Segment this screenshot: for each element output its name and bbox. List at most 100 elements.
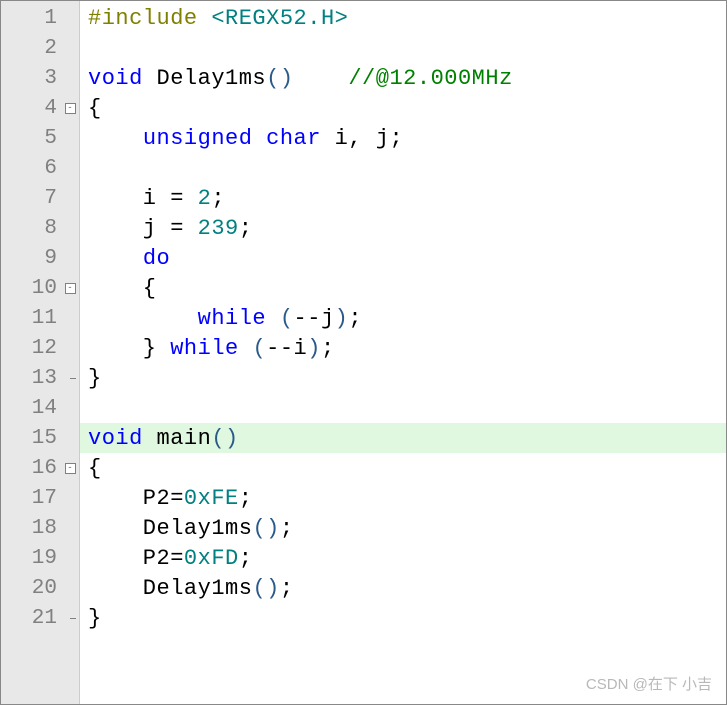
code-line[interactable]: Delay1ms(); <box>80 573 726 603</box>
code-line[interactable]: { <box>80 453 726 483</box>
fold-column: - <box>61 463 79 474</box>
line-number: 2 <box>1 37 61 60</box>
token-text: P2= <box>88 486 184 511</box>
gutter-row: 19 <box>1 543 79 573</box>
code-line[interactable] <box>80 393 726 423</box>
line-number: 5 <box>1 127 61 150</box>
token-text: Delay1ms <box>88 576 252 601</box>
code-area[interactable]: #include <REGX52.H> void Delay1ms() //@12… <box>80 1 726 704</box>
gutter-row: 13 <box>1 363 79 393</box>
token-text <box>266 306 280 331</box>
fold-toggle-icon[interactable]: - <box>65 283 76 294</box>
token-paren: ( <box>280 306 294 331</box>
code-line[interactable]: unsigned char i, j; <box>80 123 726 153</box>
code-line[interactable]: } <box>80 363 726 393</box>
token-text: } <box>88 366 102 391</box>
code-line[interactable]: { <box>80 273 726 303</box>
token-number: 2 <box>198 186 212 211</box>
fold-column: - <box>61 283 79 294</box>
fold-column: - <box>61 103 79 114</box>
line-number: 3 <box>1 67 61 90</box>
gutter-row: 21 <box>1 603 79 633</box>
token-number: 0xFE <box>184 486 239 511</box>
line-number: 11 <box>1 307 61 330</box>
token-text <box>88 126 143 151</box>
gutter-row: 9 <box>1 243 79 273</box>
gutter-row: 3 <box>1 63 79 93</box>
code-line[interactable]: do <box>80 243 726 273</box>
code-line[interactable]: j = 239; <box>80 213 726 243</box>
line-number: 17 <box>1 487 61 510</box>
token-text: i = <box>88 186 198 211</box>
token-text: ; <box>239 216 253 241</box>
gutter-row: 16- <box>1 453 79 483</box>
gutter-row: 1 <box>1 3 79 33</box>
gutter-row: 14 <box>1 393 79 423</box>
line-number: 9 <box>1 247 61 270</box>
code-line[interactable] <box>80 33 726 63</box>
line-number: 10 <box>1 277 61 300</box>
line-number: 14 <box>1 397 61 420</box>
token-text: } <box>88 606 102 631</box>
code-line[interactable]: P2=0xFD; <box>80 543 726 573</box>
code-line[interactable]: void main() <box>80 423 726 453</box>
token-text: ; <box>211 186 225 211</box>
token-text: Delay1ms <box>88 516 252 541</box>
token-text: ; <box>280 516 294 541</box>
code-line[interactable]: i = 2; <box>80 183 726 213</box>
code-line[interactable]: while (--j); <box>80 303 726 333</box>
token-text: P2= <box>88 546 184 571</box>
gutter-row: 7 <box>1 183 79 213</box>
gutter-row: 5 <box>1 123 79 153</box>
fold-toggle-icon[interactable]: - <box>65 103 76 114</box>
token-text: j = <box>88 216 198 241</box>
token-text: ; <box>239 546 253 571</box>
line-number: 1 <box>1 7 61 30</box>
token-keyword: while <box>198 306 267 331</box>
gutter-row: 11 <box>1 303 79 333</box>
token-text <box>88 306 198 331</box>
code-line[interactable]: P2=0xFE; <box>80 483 726 513</box>
token-text: } <box>88 336 170 361</box>
token-keyword: void <box>88 66 143 91</box>
line-number: 16 <box>1 457 61 480</box>
line-number: 7 <box>1 187 61 210</box>
token-text <box>239 336 253 361</box>
code-line[interactable]: } while (--i); <box>80 333 726 363</box>
token-number: 0xFD <box>184 546 239 571</box>
token-paren: () <box>252 516 279 541</box>
code-line[interactable]: { <box>80 93 726 123</box>
token-text: i, j; <box>321 126 403 151</box>
gutter-row: 17 <box>1 483 79 513</box>
line-number: 21 <box>1 607 61 630</box>
gutter-row: 4- <box>1 93 79 123</box>
token-keyword: void <box>88 426 143 451</box>
gutter-row: 15 <box>1 423 79 453</box>
token-text: --j <box>294 306 335 331</box>
gutter-row: 6 <box>1 153 79 183</box>
gutter-row: 20 <box>1 573 79 603</box>
code-editor: 1234-5678910-111213141516-1718192021 #in… <box>1 1 726 704</box>
line-number: 20 <box>1 577 61 600</box>
token-text: ; <box>239 486 253 511</box>
line-number: 19 <box>1 547 61 570</box>
token-text: Delay1ms <box>143 66 266 91</box>
watermark: CSDN @在下 小吉 <box>586 673 712 694</box>
token-keyword: do <box>143 246 170 271</box>
token-text: ; <box>321 336 335 361</box>
line-number: 12 <box>1 337 61 360</box>
token-text: { <box>88 276 157 301</box>
code-line[interactable] <box>80 153 726 183</box>
token-text <box>88 246 143 271</box>
code-line[interactable]: void Delay1ms() //@12.000MHz <box>80 63 726 93</box>
code-line[interactable]: #include <REGX52.H> <box>80 3 726 33</box>
token-text: { <box>88 96 102 121</box>
code-line[interactable]: Delay1ms(); <box>80 513 726 543</box>
token-text: ; <box>280 576 294 601</box>
gutter-row: 2 <box>1 33 79 63</box>
line-number: 13 <box>1 367 61 390</box>
line-number: 6 <box>1 157 61 180</box>
code-line[interactable]: } <box>80 603 726 633</box>
token-paren: () <box>266 66 293 91</box>
fold-toggle-icon[interactable]: - <box>65 463 76 474</box>
